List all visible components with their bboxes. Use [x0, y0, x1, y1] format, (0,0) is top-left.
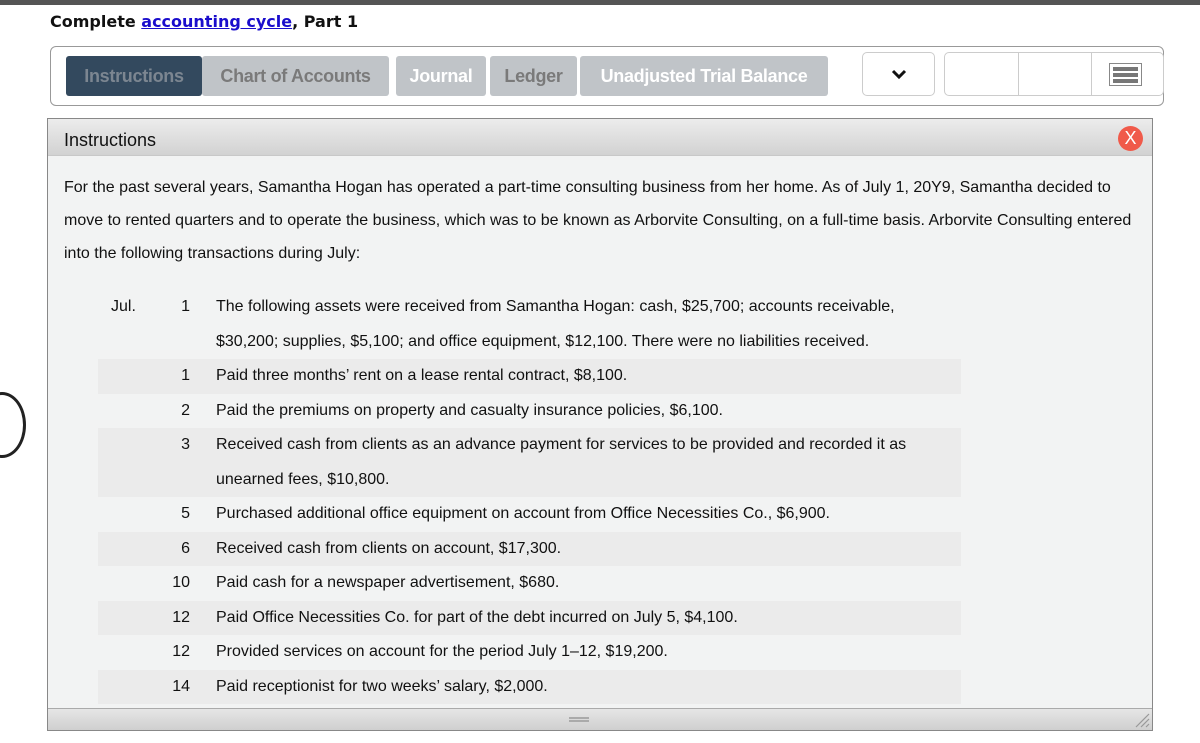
transaction-text: Paid three months’ rent on a lease renta… — [216, 367, 628, 384]
transactions-list: Jul. 1 The following assets were received … — [98, 290, 961, 704]
tab-unadjusted-trial-balance[interactable]: Unadjusted Trial Balance — [580, 56, 828, 96]
page-title: Complete accounting cycle, Part 1 — [50, 12, 358, 31]
transaction-row: 1 Paid three months’ rent on a lease rent… — [98, 359, 961, 394]
transaction-day: 5 — [181, 505, 190, 522]
transaction-text: Paid Office Necessities Co. for part of … — [216, 608, 738, 626]
transaction-day: 1 — [181, 298, 190, 315]
tab-bar: Instructions Chart of Accounts Journal L… — [50, 46, 1164, 106]
transaction-day: 14 — [172, 677, 190, 695]
instructions-panel: Instructions X For the past several year… — [47, 118, 1153, 731]
title-prefix: Complete — [50, 12, 142, 31]
transaction-row: 3 Received cash from clients as an advanc… — [98, 428, 961, 497]
transaction-row: 12 Provided services on account for the p… — [98, 635, 961, 670]
tab-ledger[interactable]: Ledger — [490, 56, 577, 96]
transaction-day: 1 — [181, 367, 190, 384]
tab-chart-of-accounts[interactable]: Chart of Accounts — [202, 56, 389, 96]
view-button-1[interactable] — [945, 53, 1018, 95]
top-bar — [0, 0, 1200, 5]
transaction-text: Paid cash for a newspaper advertisement,… — [216, 574, 560, 591]
title-suffix: , Part 1 — [292, 12, 359, 31]
close-icon[interactable]: X — [1118, 126, 1143, 151]
transaction-row: 10 Paid cash for a newspaper advertisemen… — [98, 566, 961, 601]
tab-instructions[interactable]: Instructions — [66, 56, 202, 96]
transaction-row: 12 Paid Office Necessities Co. for part o… — [98, 600, 961, 635]
chevron-down-icon — [891, 69, 907, 80]
panel-footer — [48, 708, 1152, 730]
transaction-day: 12 — [172, 643, 190, 660]
more-tabs-dropdown[interactable] — [862, 52, 935, 96]
transaction-row: 14 Paid receptionist for two weeks’ salar… — [98, 669, 961, 704]
transaction-month: Jul. — [111, 298, 136, 315]
partial-circle-icon — [0, 392, 26, 458]
accounting-cycle-link[interactable]: accounting cycle — [141, 12, 292, 31]
resize-handle-icon[interactable] — [1132, 710, 1150, 728]
transaction-day: 3 — [181, 436, 190, 453]
transaction-text: The following assets were received from … — [216, 298, 895, 350]
transaction-text: Paid receptionist for two weeks’ salary,… — [216, 677, 548, 695]
transaction-text: Purchased additional office equipment on… — [216, 505, 830, 522]
transaction-day: 10 — [172, 574, 190, 591]
view-button-group — [944, 52, 1164, 96]
transaction-day: 12 — [172, 608, 190, 626]
transaction-text: Provided services on account for the per… — [216, 643, 668, 660]
drag-handle-icon[interactable] — [569, 717, 589, 722]
panel-header: Instructions — [48, 119, 1152, 156]
transaction-row: Jul. 1 The following assets were received … — [98, 290, 961, 359]
view-button-2[interactable] — [1019, 53, 1092, 95]
tab-journal[interactable]: Journal — [396, 56, 486, 96]
transaction-row: 6 Received cash from clients on account, … — [98, 531, 961, 566]
intro-text: For the past several years, Samantha Hog… — [64, 179, 1132, 262]
transaction-day: 2 — [181, 401, 190, 419]
transaction-text: Paid the premiums on property and casual… — [216, 401, 723, 419]
transaction-text: Received cash from clients on account, $… — [216, 539, 562, 557]
transaction-row: 5 Purchased additional office equipment o… — [98, 497, 961, 532]
menu-icon[interactable] — [1109, 63, 1142, 86]
transaction-text: Received cash from clients as an advance… — [216, 436, 907, 488]
transaction-day: 6 — [181, 539, 190, 557]
transaction-row: 2 Paid the premiums on property and casua… — [98, 394, 961, 429]
